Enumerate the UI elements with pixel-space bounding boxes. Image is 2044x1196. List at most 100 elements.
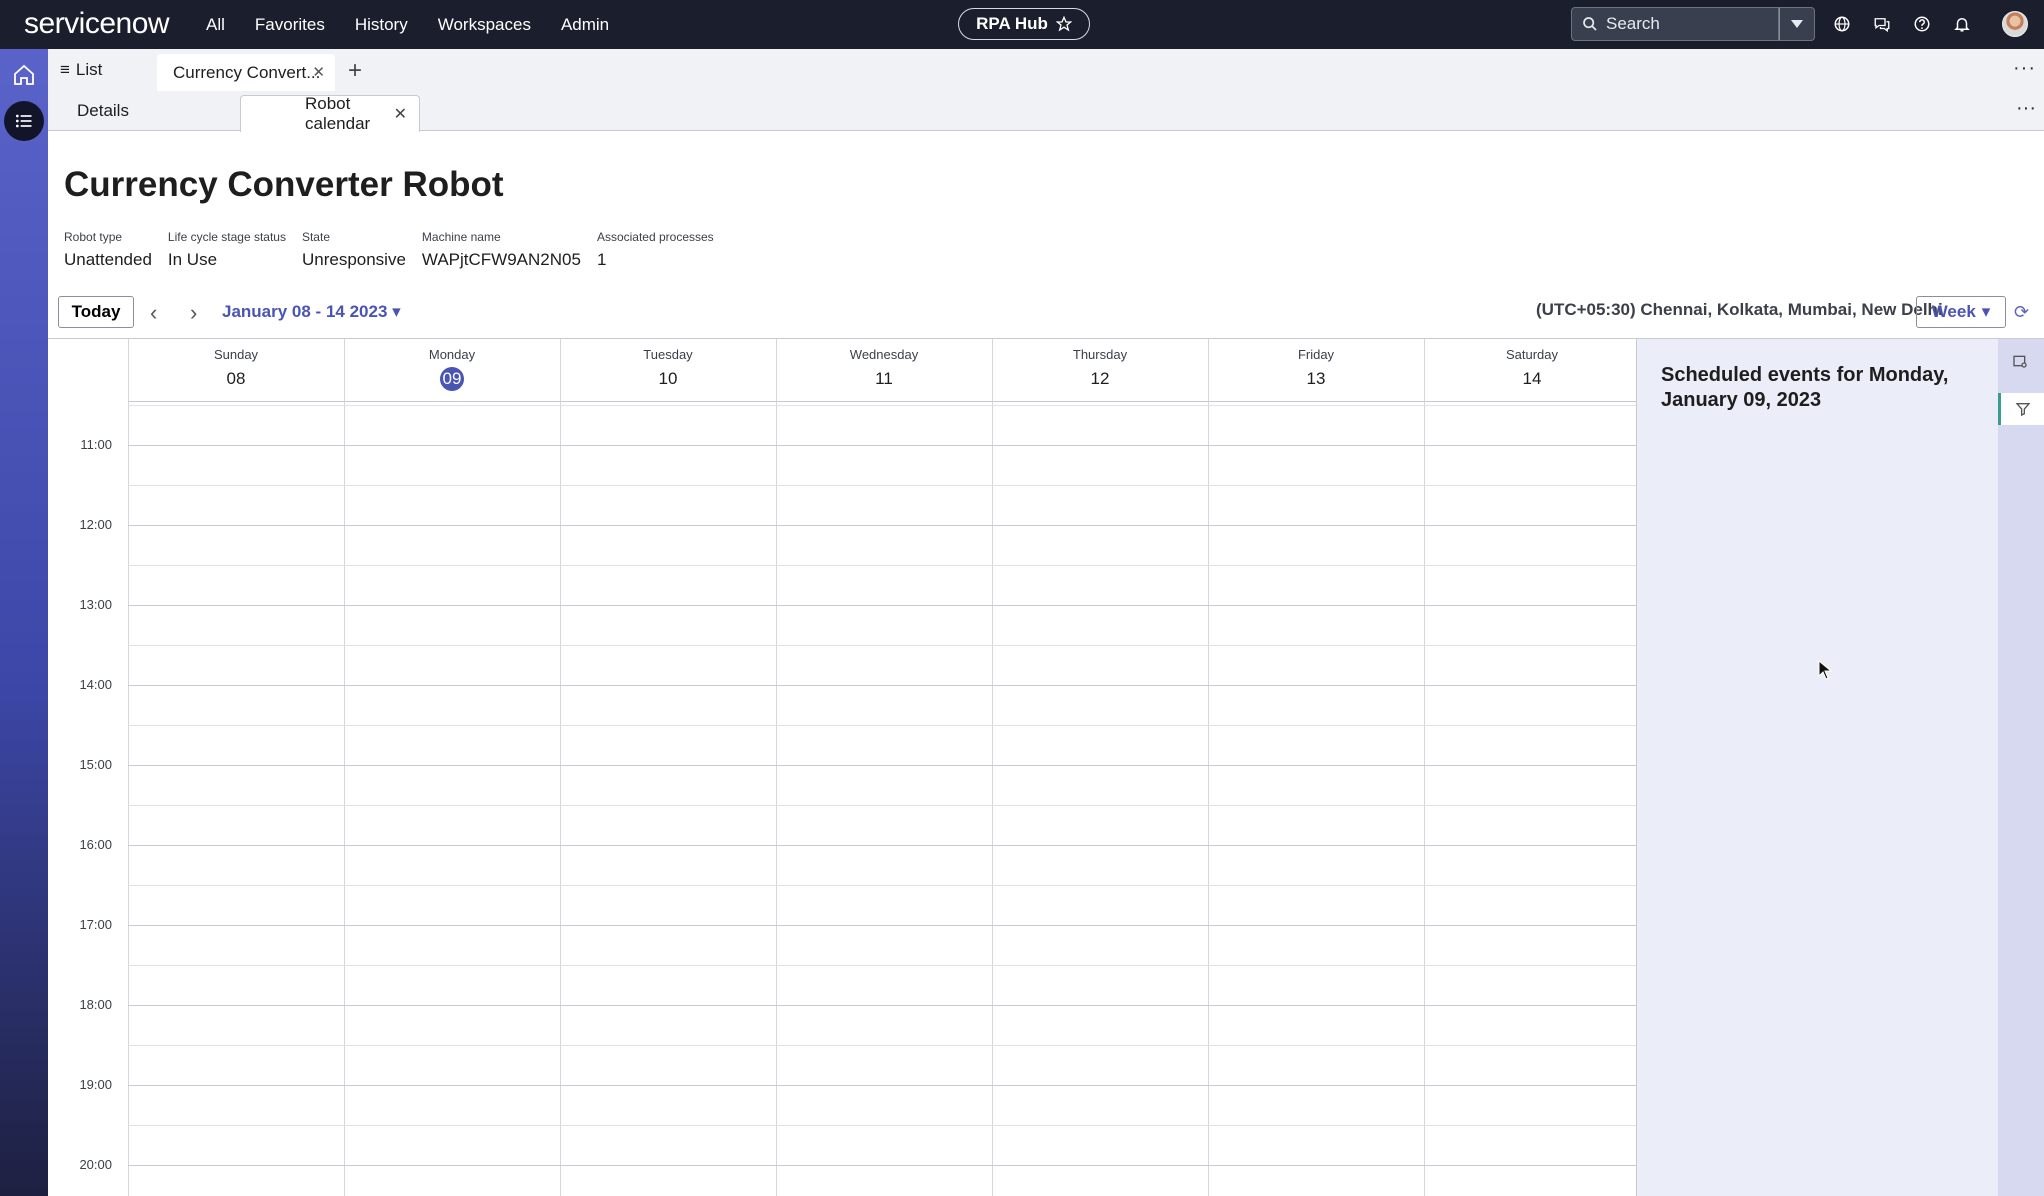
- globe-icon[interactable]: [1830, 12, 1854, 36]
- refresh-icon[interactable]: ⟳: [2014, 302, 2029, 323]
- half-hour-line: [128, 1125, 1636, 1126]
- add-tab-icon[interactable]: +: [348, 57, 362, 85]
- day-name: Friday: [1297, 347, 1335, 362]
- tab-list-label: List: [75, 60, 103, 79]
- time-label: 13:00: [79, 597, 112, 612]
- time-label: 15:00: [79, 757, 112, 772]
- day-number: 13: [1306, 369, 1326, 388]
- rpa-hub-button[interactable]: RPA Hub: [958, 8, 1090, 40]
- record-fields: Robot type Unattended Life cycle stage st…: [64, 230, 730, 270]
- close-icon[interactable]: ✕: [312, 63, 325, 81]
- nav-favorites[interactable]: Favorites: [255, 15, 325, 35]
- day-name: Saturday: [1505, 347, 1559, 362]
- search-input[interactable]: Search: [1571, 7, 1779, 41]
- day-name: Sunday: [213, 347, 259, 362]
- day-header-friday[interactable]: Friday 13: [1208, 339, 1424, 401]
- caret-down-icon: ▾: [392, 302, 401, 321]
- help-icon[interactable]: [1910, 12, 1934, 36]
- page-title: Currency Converter Robot: [64, 165, 504, 204]
- main-menu: All Favorites History Workspaces Admin: [206, 0, 639, 49]
- day-name: Wednesday: [849, 347, 919, 362]
- nav-workspaces[interactable]: Workspaces: [438, 15, 531, 35]
- today-button[interactable]: Today: [58, 296, 134, 328]
- tab-details[interactable]: Details: [77, 91, 129, 131]
- calendar-settings-icon[interactable]: [2012, 353, 2028, 374]
- workspace-tab-bar: ≡ List Currency Convert... ✕ + ···: [48, 49, 2044, 91]
- caret-down-icon: ▾: [1981, 302, 1991, 321]
- nav-history[interactable]: History: [355, 15, 408, 35]
- hub-label: RPA Hub: [976, 14, 1048, 33]
- time-label: 12:00: [79, 517, 112, 532]
- list-view-icon[interactable]: [4, 101, 44, 141]
- day-number: 09: [440, 367, 464, 391]
- time-label: 20:00: [79, 1157, 112, 1172]
- time-label: 17:00: [79, 917, 112, 932]
- tab-currency-converter[interactable]: Currency Convert... ✕: [157, 54, 335, 91]
- field-robot-type: Robot type Unattended: [64, 230, 152, 269]
- tab-label: Currency Convert...: [173, 62, 321, 82]
- day-column-divider: [560, 339, 561, 1196]
- timezone-label: (UTC+05:30) Chennai, Kolkata, Mumbai, Ne…: [1536, 300, 1943, 319]
- panel-heading: Scheduled events for Monday, January 09,…: [1661, 364, 1949, 411]
- panel-rail: [1998, 338, 2044, 1196]
- field-machine-name: Machine name WAPjtCFW9AN2N05: [421, 230, 581, 269]
- time-label: 11:00: [80, 437, 112, 452]
- hour-line: [128, 685, 1636, 686]
- day-number: 11: [875, 369, 893, 388]
- day-column-divider: [344, 339, 345, 1196]
- chevron-right-icon[interactable]: ›: [190, 300, 197, 326]
- day-header-thursday[interactable]: Thursday 12: [992, 339, 1208, 401]
- scheduled-events-panel: Scheduled events for Monday, January 09,…: [1636, 338, 1998, 1196]
- home-icon[interactable]: [10, 61, 38, 89]
- day-column-divider: [992, 339, 993, 1196]
- half-hour-line: [128, 885, 1636, 886]
- more-options-icon[interactable]: ···: [2013, 57, 2036, 80]
- time-label: 18:00: [79, 997, 112, 1012]
- day-header-sunday[interactable]: Sunday 08: [128, 339, 344, 401]
- hour-line: [128, 525, 1636, 526]
- nav-all[interactable]: All: [206, 15, 225, 35]
- search-icon: [1583, 17, 1597, 31]
- day-header-saturday[interactable]: Saturday 14: [1424, 339, 1636, 401]
- day-name: Monday: [428, 347, 476, 362]
- tab-robot-calendar[interactable]: Robot calendar ✕: [240, 94, 420, 133]
- calendar-grid: Sunday 08 Monday 09 Tuesday 10 Wednesday 11 Thur…: [48, 338, 1636, 1196]
- hour-line: [128, 765, 1636, 766]
- more-options-icon[interactable]: ···: [2016, 97, 2036, 120]
- field-lifecycle-status: Life cycle stage status In Use: [167, 230, 286, 269]
- nav-admin[interactable]: Admin: [561, 15, 609, 35]
- field-state: State Unresponsive: [301, 230, 406, 269]
- search-scope-dropdown[interactable]: [1779, 7, 1815, 41]
- header-divider: [128, 401, 1636, 402]
- day-column-divider: [1208, 339, 1209, 1196]
- day-header-wednesday[interactable]: Wednesday 11: [776, 339, 992, 401]
- hamburger-icon: ≡: [60, 60, 70, 79]
- user-avatar[interactable]: [2002, 11, 2028, 37]
- mouse-cursor: [1818, 659, 1833, 685]
- hour-line: [128, 925, 1636, 926]
- close-icon[interactable]: ✕: [394, 104, 407, 124]
- view-selector[interactable]: Week ▾: [1916, 296, 2006, 328]
- filter-icon[interactable]: [1998, 393, 2044, 425]
- star-icon[interactable]: [1055, 16, 1072, 32]
- day-header-monday[interactable]: Monday 09: [344, 339, 560, 401]
- chat-icon[interactable]: [1870, 12, 1894, 36]
- date-range-selector[interactable]: January 08 - 14 2023 ▾: [222, 302, 401, 322]
- left-rail: [0, 49, 48, 1196]
- half-hour-line: [128, 565, 1636, 566]
- day-header-tuesday[interactable]: Tuesday 10: [560, 339, 776, 401]
- day-column-divider: [128, 339, 129, 1196]
- half-hour-line: [128, 645, 1636, 646]
- hour-line: [128, 1165, 1636, 1166]
- field-associated-processes: Associated processes 1: [596, 230, 714, 269]
- half-hour-line: [128, 485, 1636, 486]
- tab-list[interactable]: ≡ List: [60, 49, 102, 91]
- hour-line: [128, 445, 1636, 446]
- hour-line: [128, 1005, 1636, 1006]
- chevron-down-icon: [1791, 20, 1803, 28]
- servicenow-logo[interactable]: servicenow: [24, 7, 170, 41]
- time-label: 19:00: [79, 1077, 112, 1092]
- chevron-left-icon[interactable]: ‹: [150, 300, 157, 326]
- notification-bell-icon[interactable]: [1950, 12, 1974, 36]
- record-subtab-bar: Details Robot calendar ✕ ···: [48, 91, 2044, 133]
